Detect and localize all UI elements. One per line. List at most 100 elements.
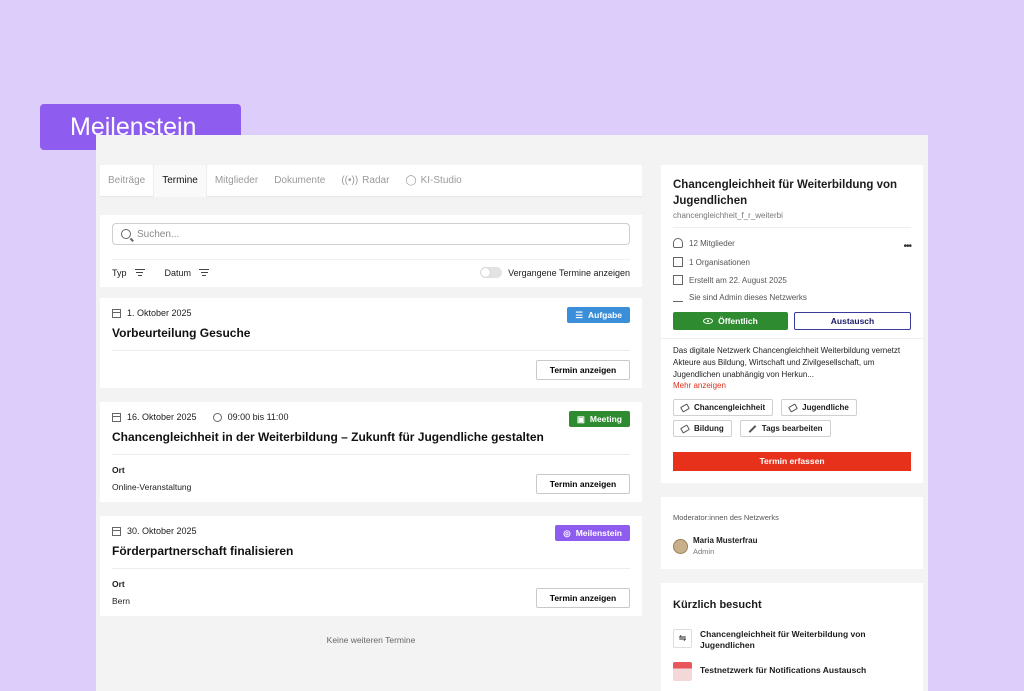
filter-date-label: Datum [164, 267, 192, 278]
moderators-card: Moderator:innen des Netzwerks Maria Must… [661, 497, 923, 569]
tab-radar[interactable]: ((•)) Radar [333, 165, 397, 197]
tab-label: Mitglieder [214, 174, 259, 186]
event-card: 30. Oktober 2025 ◎ Meilenstein Förderpar… [100, 516, 642, 616]
checklist-icon: ☰ [575, 309, 583, 320]
recent-item[interactable]: ⇋ Chancengleichheit für Weiterbildung vo… [673, 629, 900, 651]
event-location-value: Online-Veranstaltung [112, 482, 192, 492]
recent-item[interactable]: Testnetzwerk für Notifications Austausch [673, 662, 900, 681]
clock-icon [212, 412, 222, 422]
tab-members[interactable]: Mitglieder [207, 165, 266, 197]
tab-bar: Beiträge Termine Mitglieder Dokumente ((… [100, 164, 642, 197]
calendar-icon [112, 526, 121, 536]
moderator-name[interactable]: Maria Musterfrau [693, 536, 757, 545]
event-date-text: 1. Oktober 2025 [127, 308, 192, 318]
calendar-icon [112, 308, 121, 318]
event-title: Förderpartnerschaft finalisieren [112, 544, 294, 558]
search-input[interactable]: Suchen... [112, 223, 630, 245]
pencil-icon [748, 424, 757, 433]
created-text: Erstellt am 22. August 2025 [689, 275, 787, 285]
tab-events[interactable]: Termine [153, 164, 207, 197]
show-event-button[interactable]: Termin anzeigen [536, 474, 630, 494]
event-title: Chancengleichheit in der Weiterbildung –… [112, 430, 544, 444]
divider [112, 568, 630, 569]
more-options-icon[interactable]: ••• [903, 241, 911, 252]
network-card: Chancengleichheit für Weiterbildung von … [661, 165, 923, 483]
divider [112, 350, 630, 351]
eye-icon [703, 318, 714, 324]
tag-chip[interactable]: Jugendliche [781, 399, 857, 416]
tag-chip[interactable]: Chancengleichheit [673, 399, 774, 416]
tag-label: Bildung [694, 424, 724, 433]
show-event-button[interactable]: Termin anzeigen [536, 360, 630, 380]
event-badge-label: Meeting [589, 414, 622, 424]
tab-label: Dokumente [274, 174, 326, 186]
event-location-label: Ort [112, 579, 125, 589]
filter-icon [199, 267, 210, 278]
event-type-badge: ☰ Aufgabe [567, 307, 630, 323]
network-buttons: Öffentlich Austausch [673, 312, 911, 330]
past-events-toggle-wrap: Vergangene Termine anzeigen [480, 267, 630, 278]
search-icon [121, 229, 131, 239]
tab-posts[interactable]: Beiträge [100, 165, 153, 197]
tab-documents[interactable]: Dokumente [266, 165, 333, 197]
calendar-icon [112, 412, 121, 422]
search-placeholder: Suchen... [137, 228, 180, 240]
radar-icon: ((•)) [341, 174, 359, 186]
recent-card: Kürzlich besucht ⇋ Chancengleichheit für… [661, 583, 923, 691]
public-button[interactable]: Öffentlich [673, 312, 788, 330]
avatar[interactable] [673, 539, 688, 554]
moderator-role: Admin [693, 547, 715, 556]
members-text: 12 Mitglieder [689, 238, 735, 248]
event-badge-label: Meilenstein [575, 528, 622, 538]
tab-label: KI-Studio [420, 174, 462, 186]
filter-type[interactable]: Typ [112, 267, 145, 278]
user-icon [673, 238, 683, 248]
event-date-text: 16. Oktober 2025 [127, 412, 197, 422]
divider [112, 454, 630, 455]
event-card: 1. Oktober 2025 ☰ Aufgabe Vorbeurteilung… [100, 298, 642, 388]
event-date-text: 30. Oktober 2025 [127, 526, 197, 536]
edit-tags-label: Tags bearbeiten [761, 424, 823, 433]
organisations-text: 1 Organisationen [689, 257, 750, 267]
tab-ai-studio[interactable]: ◯ KI-Studio [397, 165, 469, 197]
event-date: 1. Oktober 2025 [112, 308, 192, 318]
tag-label: Chancengleichheit [694, 403, 766, 412]
past-events-toggle-label: Vergangene Termine anzeigen [508, 267, 630, 278]
show-event-button[interactable]: Termin anzeigen [536, 588, 630, 608]
event-time-text: 09:00 bis 11:00 [227, 412, 289, 422]
event-card: 16. Oktober 2025 09:00 bis 11:00 ▣ Meeti… [100, 402, 642, 502]
ai-studio-icon: ◯ [405, 174, 417, 186]
create-event-button[interactable]: Termin erfassen [673, 452, 911, 471]
event-type-badge: ▣ Meeting [568, 411, 630, 427]
calendar-icon [673, 275, 683, 285]
edit-tags-button[interactable]: Tags bearbeiten [739, 420, 831, 437]
event-location-value: Bern [112, 596, 130, 606]
organisations-count: 1 Organisationen [673, 257, 750, 267]
no-more-events: Keine weiteren Termine [326, 635, 416, 645]
members-count: 12 Mitglieder [673, 238, 735, 248]
past-events-toggle[interactable] [480, 267, 503, 278]
tab-label: Radar [362, 174, 390, 186]
show-more-link[interactable]: Mehr anzeigen [673, 381, 726, 390]
admin-note: Sie sind Admin dieses Netzwerks [673, 293, 807, 302]
crown-icon [673, 294, 683, 302]
exchange-button[interactable]: Austausch [794, 312, 911, 330]
milestone-icon: ◎ [563, 527, 571, 538]
tag-chip[interactable]: Bildung [673, 420, 732, 437]
divider [673, 227, 911, 228]
tag-label: Jugendliche [802, 403, 849, 412]
app-canvas: Beiträge Termine Mitglieder Dokumente ((… [96, 135, 928, 691]
network-description: Das digitale Netzwerk Chancengleichheit … [673, 346, 901, 379]
admin-note-text: Sie sind Admin dieses Netzwerks [689, 293, 807, 302]
recent-title: Kürzlich besucht [673, 599, 762, 611]
building-icon [673, 257, 683, 267]
meeting-icon: ▣ [576, 413, 585, 424]
filter-row: Typ Datum Vergangene Termine anzeigen [112, 259, 630, 279]
event-type-badge: ◎ Meilenstein [555, 525, 630, 541]
created-date: Erstellt am 22. August 2025 [673, 275, 787, 285]
tag-icon [680, 402, 690, 413]
filter-card: Suchen... Typ Datum Vergangene Termine a… [100, 215, 642, 287]
recent-item-label: Testnetzwerk für Notifications Austausch [700, 665, 867, 675]
divider [661, 338, 923, 339]
filter-date[interactable]: Datum [165, 267, 210, 278]
